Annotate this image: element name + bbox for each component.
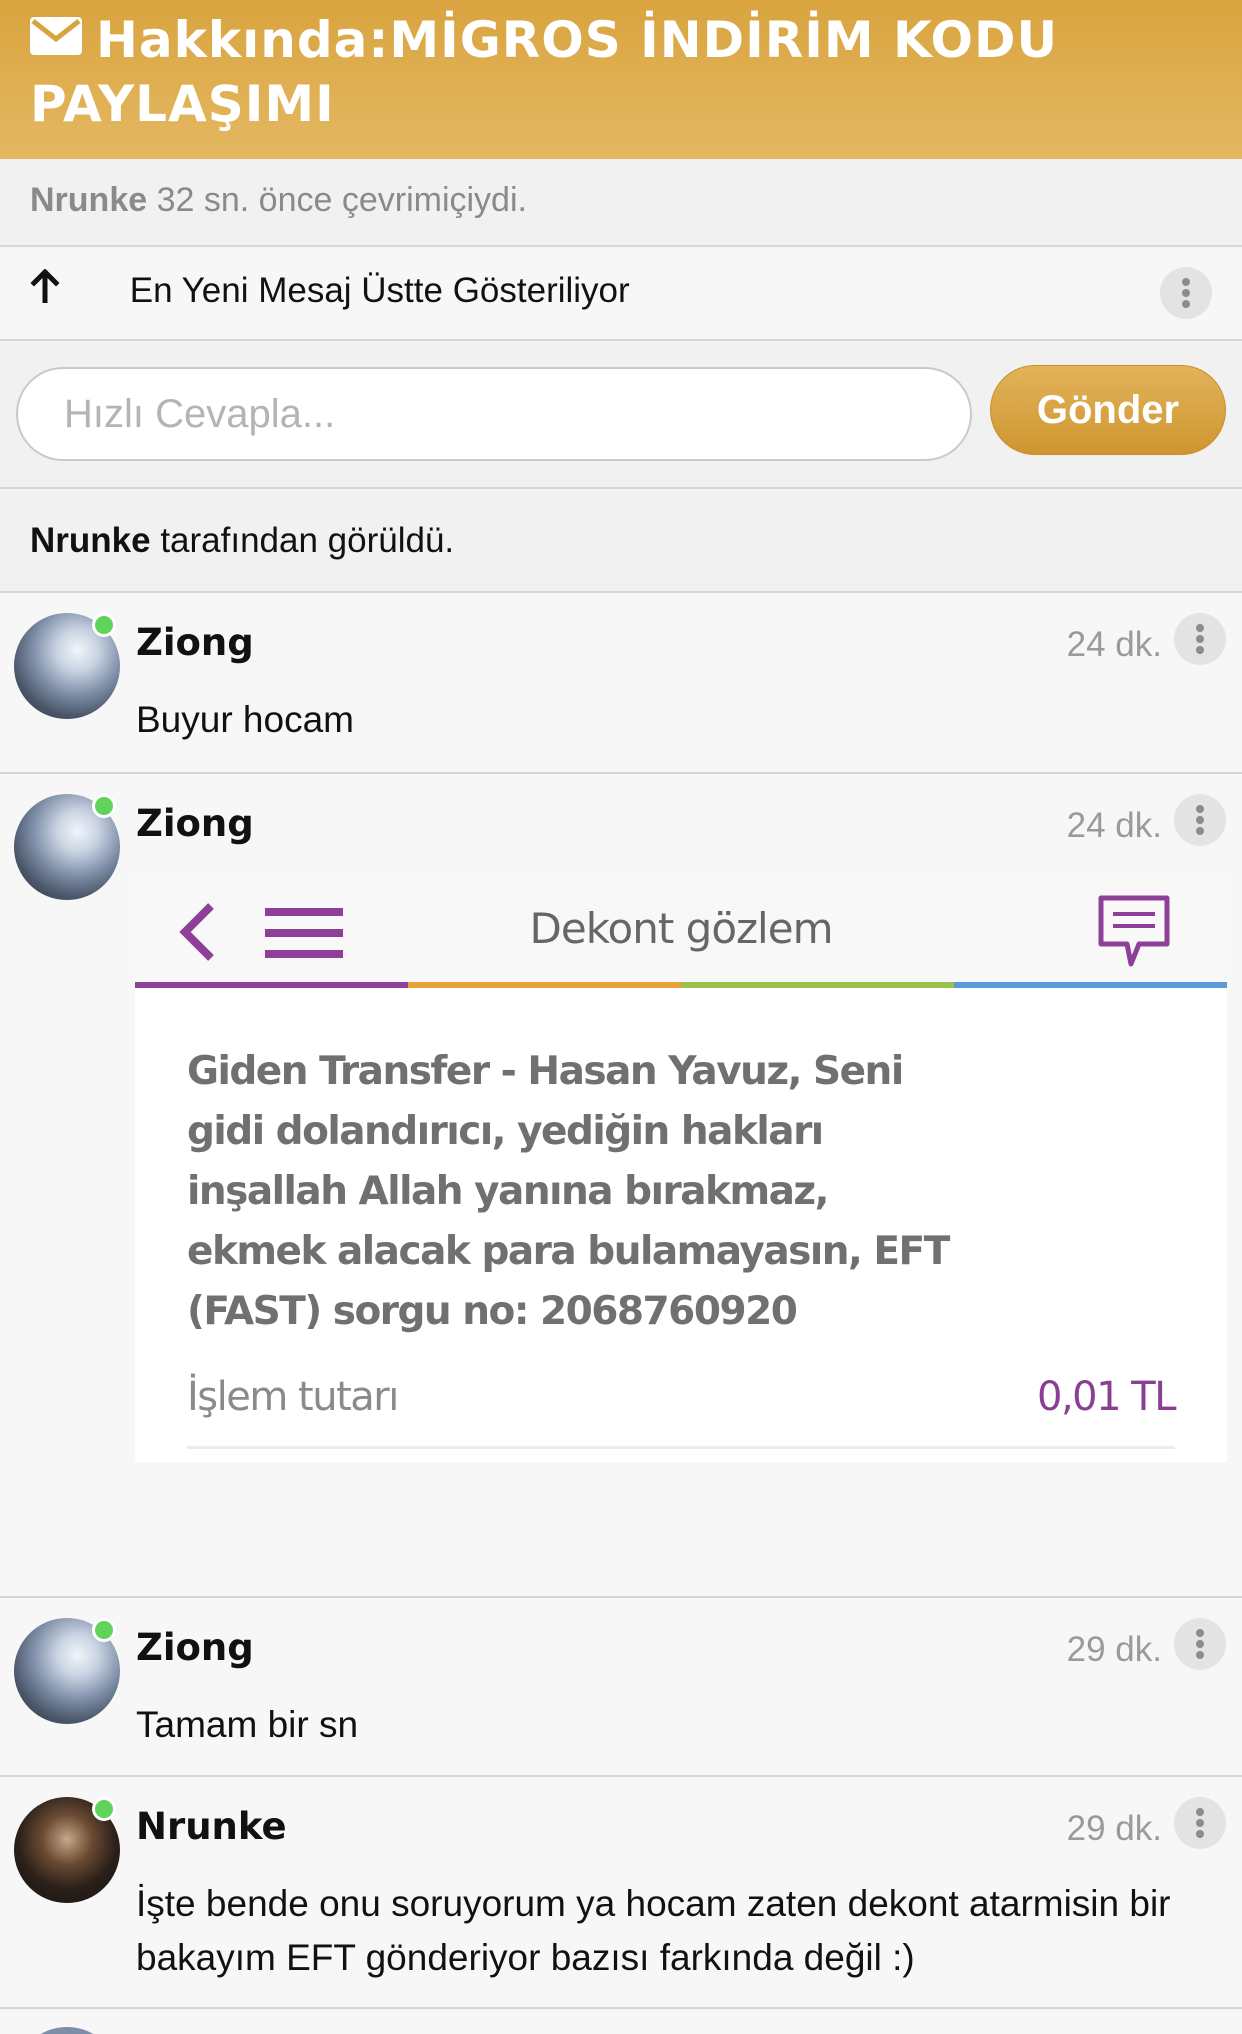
avatar: [14, 2027, 120, 2034]
online-indicator: [92, 794, 116, 818]
message-item: Ziong 24 dk. Dekont gözlem Giden Transfe…: [0, 774, 1242, 1598]
message-options-icon[interactable]: [1174, 1797, 1226, 1849]
message-author[interactable]: Ziong: [136, 802, 254, 845]
message-item: Ziong 29 dk. Tamam bir sn: [0, 1598, 1242, 1777]
sort-order-bar[interactable]: En Yeni Mesaj Üstte Gösteriliyor: [0, 249, 1242, 341]
receipt-image[interactable]: Dekont gözlem Giden Transfer - Hasan Yav…: [135, 874, 1227, 1462]
conversation-title-text: Hakkında:MİGROS İNDİRİM KODU PAYLAŞIMI: [30, 11, 1059, 133]
message-time: 24 dk.: [1066, 806, 1162, 845]
conversation-header: Hakkında:MİGROS İNDİRİM KODU PAYLAŞIMI: [0, 0, 1242, 159]
message-text: Buyur hocam: [136, 699, 354, 740]
message-time: 29 dk.: [1066, 1809, 1162, 1848]
conversation-title: Hakkında:MİGROS İNDİRİM KODU PAYLAŞIMI: [30, 8, 1212, 136]
message-author[interactable]: Ziong: [136, 621, 254, 664]
envelope-icon: [30, 17, 82, 55]
message-options-icon[interactable]: [1174, 613, 1226, 665]
message-author[interactable]: Nrunke: [136, 1805, 287, 1848]
online-indicator: [92, 1618, 116, 1642]
online-status: Nrunke 32 sn. önce çevrimiçiydi.: [0, 159, 1242, 247]
receipt-description: Giden Transfer - Hasan Yavuz, Seni gidi …: [187, 1049, 950, 1334]
receipt-divider: [187, 1446, 1175, 1449]
message-options-icon[interactable]: [1174, 1618, 1226, 1670]
message-author[interactable]: Ziong: [136, 1626, 254, 1669]
conversation-options-icon[interactable]: [1160, 267, 1212, 319]
online-indicator: [92, 613, 116, 637]
message-time: 24 dk.: [1066, 625, 1162, 664]
next-message-peek: [0, 2011, 1242, 2034]
message-text: Tamam bir sn: [136, 1704, 359, 1745]
seen-username: Nrunke: [30, 521, 151, 560]
quick-reply-input[interactable]: [16, 367, 972, 461]
receipt-amount: 0,01 TL: [1037, 1374, 1177, 1420]
message-options-icon[interactable]: [1174, 794, 1226, 846]
send-button[interactable]: Gönder: [990, 365, 1226, 455]
online-indicator: [92, 1797, 116, 1821]
receipt-color-bar: [135, 982, 1227, 988]
receipt-amount-label: İşlem tutarı: [187, 1374, 399, 1420]
message-item: Ziong 24 dk. Buyur hocam: [0, 593, 1242, 774]
status-text: 32 sn. önce çevrimiçiydi.: [156, 181, 527, 219]
message-item: Nrunke 29 dk. İşte bende onu soruyorum y…: [0, 1777, 1242, 2009]
seen-text: tarafından görüldü.: [160, 521, 455, 560]
status-username: Nrunke: [30, 181, 148, 219]
sort-order-label: En Yeni Mesaj Üstte Gösteriliyor: [129, 270, 630, 310]
arrow-up-icon: [30, 268, 70, 312]
chat-bubble-icon: [1095, 894, 1173, 975]
message-text: İşte bende onu soruyorum ya hocam zaten …: [136, 1883, 1171, 1978]
message-time: 29 dk.: [1066, 1630, 1162, 1669]
quick-reply-area: Gönder: [0, 343, 1242, 489]
seen-indicator: Nrunke tarafından görüldü.: [0, 491, 1242, 593]
receipt-title: Dekont gözlem: [529, 904, 834, 953]
